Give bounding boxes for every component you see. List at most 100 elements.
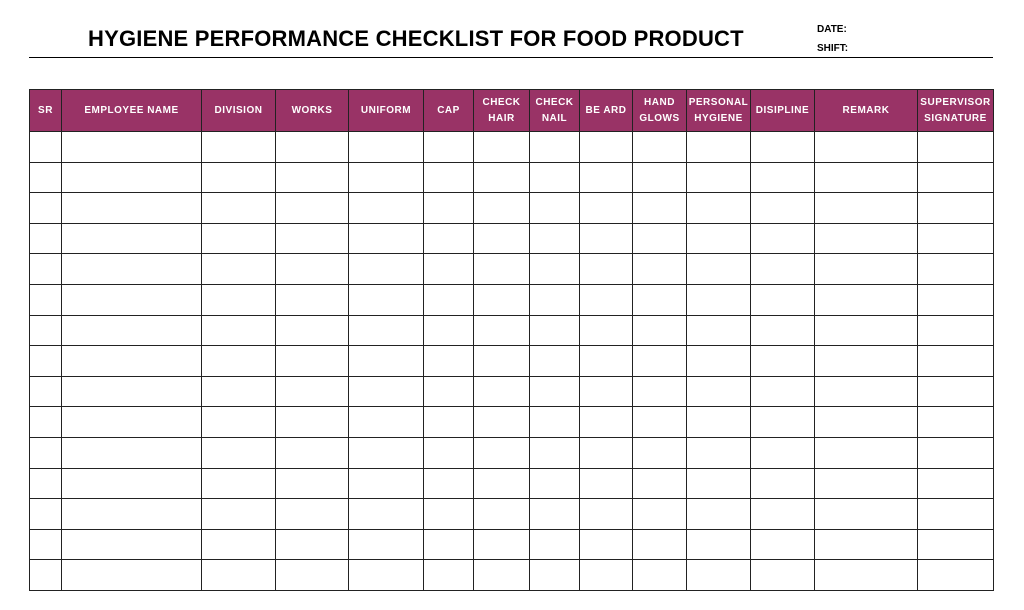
table-cell[interactable] — [201, 283, 276, 316]
table-cell[interactable] — [348, 406, 424, 438]
table-cell[interactable] — [917, 406, 994, 438]
table-cell[interactable] — [750, 222, 815, 255]
table-cell[interactable] — [917, 192, 994, 224]
table-cell[interactable] — [529, 406, 580, 438]
table-cell[interactable] — [61, 559, 202, 591]
table-cell[interactable] — [473, 192, 530, 224]
table-cell[interactable] — [579, 467, 633, 500]
table-cell[interactable] — [686, 161, 751, 194]
table-cell[interactable] — [750, 436, 815, 469]
table-cell[interactable] — [423, 161, 474, 194]
table-cell[interactable] — [579, 406, 633, 438]
table-cell[interactable] — [579, 131, 633, 163]
table-cell[interactable] — [61, 436, 202, 469]
table-cell[interactable] — [632, 345, 687, 377]
table-cell[interactable] — [275, 253, 349, 285]
table-cell[interactable] — [423, 528, 474, 561]
table-cell[interactable] — [686, 222, 751, 255]
table-cell[interactable] — [348, 345, 424, 377]
table-cell[interactable] — [473, 314, 530, 347]
table-cell[interactable] — [579, 314, 633, 347]
table-cell[interactable] — [423, 467, 474, 500]
table-cell[interactable] — [423, 406, 474, 438]
table-cell[interactable] — [275, 222, 349, 255]
table-cell[interactable] — [529, 528, 580, 561]
table-cell[interactable] — [348, 314, 424, 347]
table-cell[interactable] — [632, 314, 687, 347]
table-cell[interactable] — [348, 528, 424, 561]
table-cell[interactable] — [29, 253, 62, 285]
table-cell[interactable] — [275, 161, 349, 194]
table-cell[interactable] — [201, 528, 276, 561]
table-cell[interactable] — [473, 406, 530, 438]
table-cell[interactable] — [529, 161, 580, 194]
table-cell[interactable] — [275, 528, 349, 561]
table-cell[interactable] — [814, 467, 918, 500]
table-cell[interactable] — [473, 436, 530, 469]
table-cell[interactable] — [201, 253, 276, 285]
table-cell[interactable] — [348, 559, 424, 591]
table-cell[interactable] — [423, 436, 474, 469]
table-cell[interactable] — [348, 283, 424, 316]
table-cell[interactable] — [814, 498, 918, 530]
table-cell[interactable] — [29, 528, 62, 561]
table-cell[interactable] — [529, 375, 580, 408]
table-cell[interactable] — [750, 345, 815, 377]
table-cell[interactable] — [917, 222, 994, 255]
table-cell[interactable] — [814, 314, 918, 347]
table-cell[interactable] — [632, 528, 687, 561]
table-cell[interactable] — [917, 283, 994, 316]
table-cell[interactable] — [423, 283, 474, 316]
table-cell[interactable] — [686, 406, 751, 438]
table-cell[interactable] — [29, 559, 62, 591]
table-cell[interactable] — [632, 406, 687, 438]
table-cell[interactable] — [529, 467, 580, 500]
table-cell[interactable] — [529, 192, 580, 224]
table-cell[interactable] — [529, 222, 580, 255]
table-cell[interactable] — [529, 283, 580, 316]
table-cell[interactable] — [814, 528, 918, 561]
table-cell[interactable] — [750, 467, 815, 500]
table-cell[interactable] — [579, 283, 633, 316]
table-cell[interactable] — [750, 131, 815, 163]
table-cell[interactable] — [201, 467, 276, 500]
table-cell[interactable] — [201, 498, 276, 530]
table-cell[interactable] — [423, 253, 474, 285]
table-cell[interactable] — [632, 161, 687, 194]
table-cell[interactable] — [529, 498, 580, 530]
table-cell[interactable] — [917, 345, 994, 377]
table-cell[interactable] — [686, 253, 751, 285]
table-cell[interactable] — [632, 192, 687, 224]
table-cell[interactable] — [814, 131, 918, 163]
table-cell[interactable] — [423, 559, 474, 591]
table-cell[interactable] — [473, 528, 530, 561]
table-cell[interactable] — [632, 467, 687, 500]
table-cell[interactable] — [632, 253, 687, 285]
table-cell[interactable] — [473, 559, 530, 591]
table-cell[interactable] — [61, 222, 202, 255]
table-cell[interactable] — [686, 467, 751, 500]
table-cell[interactable] — [686, 345, 751, 377]
table-cell[interactable] — [423, 222, 474, 255]
table-cell[interactable] — [750, 498, 815, 530]
table-cell[interactable] — [423, 345, 474, 377]
table-cell[interactable] — [632, 222, 687, 255]
table-cell[interactable] — [632, 498, 687, 530]
table-cell[interactable] — [61, 498, 202, 530]
table-cell[interactable] — [917, 498, 994, 530]
table-cell[interactable] — [686, 528, 751, 561]
table-cell[interactable] — [29, 436, 62, 469]
table-cell[interactable] — [29, 345, 62, 377]
table-cell[interactable] — [686, 192, 751, 224]
table-cell[interactable] — [275, 283, 349, 316]
table-cell[interactable] — [29, 222, 62, 255]
table-cell[interactable] — [579, 222, 633, 255]
table-cell[interactable] — [579, 192, 633, 224]
table-cell[interactable] — [348, 375, 424, 408]
table-cell[interactable] — [61, 283, 202, 316]
table-cell[interactable] — [423, 192, 474, 224]
table-cell[interactable] — [579, 436, 633, 469]
table-cell[interactable] — [686, 283, 751, 316]
table-cell[interactable] — [814, 406, 918, 438]
table-cell[interactable] — [632, 436, 687, 469]
